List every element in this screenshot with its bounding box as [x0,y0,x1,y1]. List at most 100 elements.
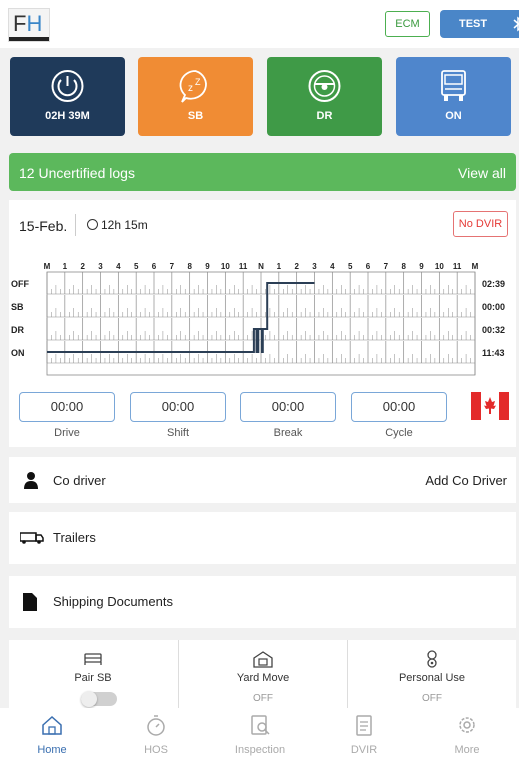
app-logo: FH [8,8,50,42]
tab-hos-label: HOS [144,744,168,756]
status-row-total: 00:00 [482,302,505,312]
hour-label: 8 [401,262,406,271]
drive-counter: 00:00 [19,392,115,422]
logo-letter-f: F [13,11,27,36]
yard-icon [253,651,273,668]
svg-text:z: z [188,83,193,94]
status-row-label: SB [11,302,24,312]
no-dvir-badge[interactable]: No DVIR [453,211,508,237]
break-counter: 00:00 [240,392,336,422]
hour-label: M [44,262,51,271]
ecm-button[interactable]: ECM [385,11,430,37]
trailer-icon [20,532,44,544]
break-counter-label: Break [273,427,303,439]
hos-log-graph[interactable]: M 1 2 3 4 5 6 7 8 9 10 11 N 1 2 3 4 5 6 7 8 9 10 11 M OFF 02:39 SB 0… [9,258,516,388]
person-icon [24,472,38,489]
mode-toggles: Pair SB Yard Move OFF Personal Use OFF [9,640,516,708]
pair-sb-toggle-group: Pair SB [9,640,177,708]
hour-label: 1 [63,262,68,271]
hour-label: 4 [116,262,121,271]
hour-label: 3 [312,262,317,271]
uncertified-logs-text: 12 Uncertified logs [19,165,135,181]
status-row-total: 02:39 [482,279,505,289]
pair-sb-switch[interactable] [81,691,117,707]
hour-label: 10 [435,262,444,271]
hos-counters: 00:00 Drive 00:00 Shift 00:00 Break 00:0… [19,392,509,442]
view-all-link[interactable]: View all [458,165,506,181]
personal-use-toggle-group[interactable]: Personal Use OFF [348,640,516,708]
canada-flag-icon[interactable] [471,392,509,420]
co-driver-row[interactable]: Co driver Add Co Driver [9,457,516,503]
status-label-on: ON [445,110,462,122]
hour-label: 11 [239,262,248,271]
status-button-dr[interactable]: DR [267,57,382,136]
test-device-button[interactable]: TEST [440,10,519,38]
hour-label: 5 [348,262,353,271]
status-row-label: ON [11,348,25,358]
status-row-label: OFF [11,279,29,289]
yard-move-toggle-group[interactable]: Yard Move OFF [179,640,347,708]
clipboard-icon [356,715,372,736]
tab-dvir-label: DVIR [350,744,378,756]
steering-wheel-icon [308,70,341,102]
tab-more[interactable]: More [415,708,519,757]
hour-label: 9 [419,262,424,271]
hour-label: M [472,262,479,271]
inspection-icon [251,715,270,735]
truck-icon [441,70,466,101]
status-label-off: 02H 39M [45,110,90,122]
status-row-label: DR [11,325,24,335]
logo-bar [9,37,49,41]
sleep-icon: z Z [179,70,207,103]
shipping-documents-row[interactable]: Shipping Documents [9,576,516,628]
status-row-total: 00:32 [482,325,505,335]
bed-icon [84,653,102,665]
status-button-on[interactable]: ON [396,57,511,136]
duty-status-row: 02H 39M z Z SB DR ON [10,57,511,137]
shift-counter: 00:00 [130,392,226,422]
document-icon [23,593,37,611]
trailers-row[interactable]: Trailers [9,512,516,564]
status-label-dr: DR [316,110,333,122]
hour-label: 6 [152,262,157,271]
hour-label: 8 [187,262,192,271]
personal-use-label: Personal Use [398,672,466,684]
tab-dvir[interactable]: DVIR [312,708,416,757]
switch-knob [81,691,97,707]
uncertified-logs-banner[interactable]: 12 Uncertified logs View all [9,153,516,191]
drive-counter-label: Drive [54,427,80,439]
divider [75,214,76,236]
log-duration: 12h 15m [87,218,148,232]
status-row-total: 11:43 [482,348,505,358]
trailers-label: Trailers [53,530,96,545]
add-co-driver-link[interactable]: Add Co Driver [425,473,507,488]
hour-label: 3 [98,262,103,271]
bottom-tab-bar: Home HOS Inspection DVIR More [0,708,519,757]
hour-label: 4 [330,262,335,271]
tab-hos[interactable]: HOS [104,708,208,757]
cycle-counter-label: Cycle [385,427,413,439]
cycle-counter: 00:00 [351,392,447,422]
status-label-sb: SB [187,110,204,122]
stopwatch-icon [147,715,165,736]
tab-more-label: More [454,744,480,756]
status-button-sb[interactable]: z Z SB [138,57,253,136]
hour-label: N [258,262,264,271]
status-button-off[interactable]: 02H 39M [10,57,125,136]
svg-text:Z: Z [195,77,201,87]
yard-move-label: Yard Move [236,672,290,684]
hour-label: 6 [366,262,371,271]
personal-use-value: OFF [422,693,442,704]
log-date[interactable]: 15-Feb. [19,218,67,234]
co-driver-label: Co driver [53,473,106,488]
hour-label: 2 [80,262,85,271]
tab-home[interactable]: Home [0,708,104,757]
hour-label: 9 [205,262,210,271]
hour-label: 7 [170,262,175,271]
logo-letter-h: H [26,11,43,36]
tab-inspection[interactable]: Inspection [208,708,312,757]
gear-icon [459,717,475,733]
power-icon [51,70,84,102]
clock-icon [87,219,98,230]
shipping-documents-label: Shipping Documents [53,594,173,609]
